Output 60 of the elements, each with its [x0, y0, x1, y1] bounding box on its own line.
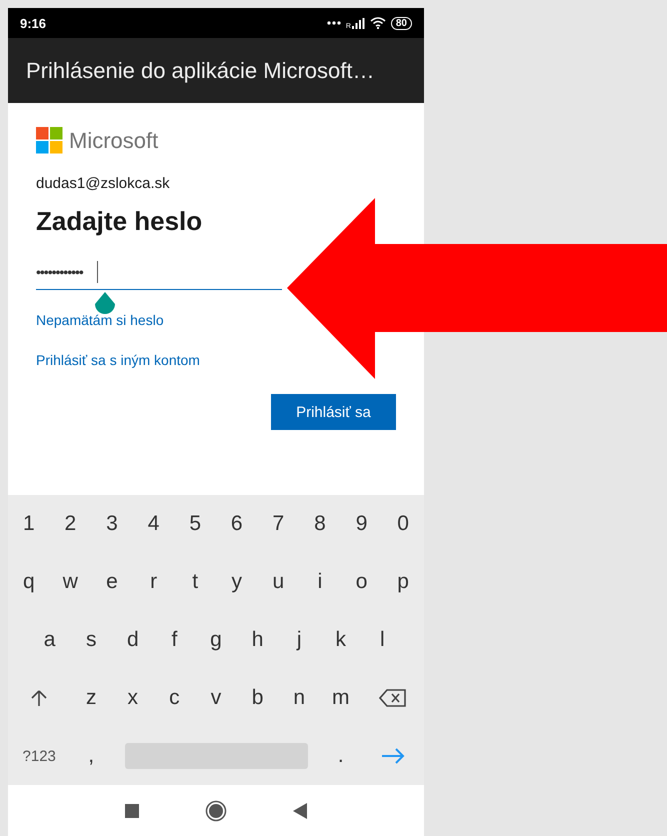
- keyboard-key[interactable]: ,: [70, 727, 112, 785]
- keyboard-key[interactable]: 4: [132, 495, 174, 553]
- status-time: 9:16: [20, 16, 46, 30]
- backspace-icon: [378, 689, 407, 707]
- keyboard-key[interactable]: 6: [216, 495, 258, 553]
- app-bar-title: Prihlásenie do aplikácie Microsoft…: [26, 58, 374, 84]
- keyboard-key[interactable]: y: [216, 553, 258, 611]
- keyboard-key[interactable]: h: [236, 611, 278, 669]
- signal-icon: [352, 18, 365, 28]
- keyboard-key[interactable]: 5: [174, 495, 216, 553]
- keyboard-key[interactable]: 8: [299, 495, 341, 553]
- keyboard-key[interactable]: 2: [50, 495, 92, 553]
- text-link[interactable]: Prihlásiť sa s iným kontom: [36, 352, 200, 368]
- keyboard-key[interactable]: f: [154, 611, 196, 669]
- text-link[interactable]: Nepamätám si heslo: [36, 312, 164, 328]
- keyboard-key[interactable]: 9: [340, 495, 382, 553]
- keyboard-key[interactable]: w: [50, 553, 92, 611]
- password-field[interactable]: ••••••••••••: [36, 255, 282, 290]
- battery-indicator: 80: [390, 16, 412, 30]
- keyboard-key[interactable]: u: [258, 553, 300, 611]
- symbols-key[interactable]: ?123: [8, 727, 70, 785]
- keyboard-key[interactable]: q: [8, 553, 50, 611]
- keyboard-key[interactable]: a: [28, 611, 70, 669]
- sign-in-button[interactable]: Prihlásiť sa: [271, 394, 396, 430]
- keyboard-key[interactable]: .: [320, 727, 362, 785]
- wifi-icon: [370, 17, 386, 29]
- keyboard-key[interactable]: 0: [382, 495, 424, 553]
- shift-icon: [30, 689, 48, 707]
- keyboard-key[interactable]: 3: [91, 495, 133, 553]
- keyboard-key[interactable]: l: [362, 611, 404, 669]
- keyboard-key[interactable]: i: [299, 553, 341, 611]
- keyboard-key[interactable]: g: [195, 611, 237, 669]
- keyboard-key[interactable]: d: [112, 611, 154, 669]
- keyboard-key[interactable]: k: [320, 611, 362, 669]
- keyboard-key[interactable]: v: [195, 669, 237, 727]
- home-icon[interactable]: [205, 800, 227, 822]
- logo-icon: [36, 127, 63, 154]
- back-icon[interactable]: [293, 802, 307, 818]
- keyboard-key[interactable]: o: [340, 553, 382, 611]
- keyboard-key[interactable]: 7: [258, 495, 300, 553]
- more-dots-icon: [326, 21, 341, 25]
- keyboard-key[interactable]: z: [70, 669, 112, 727]
- keyboard-key[interactable]: t: [174, 553, 216, 611]
- account-email: dudas1@zslokca.sk: [36, 175, 171, 192]
- text-cursor-handle-icon: [94, 292, 116, 314]
- keyboard-key[interactable]: j: [278, 611, 320, 669]
- brand-name: Microsoft: [69, 128, 158, 154]
- keyboard-key[interactable]: p: [382, 553, 424, 611]
- keyboard-key[interactable]: e: [91, 553, 133, 611]
- keyboard-key[interactable]: c: [154, 669, 196, 727]
- keyboard-key[interactable]: m: [320, 669, 362, 727]
- arrow-right-icon: [380, 748, 405, 764]
- page-heading: Zadajte heslo: [36, 206, 204, 237]
- keyboard-key[interactable]: r: [132, 553, 174, 611]
- keyboard-key[interactable]: 1: [8, 495, 50, 553]
- keyboard-key[interactable]: s: [70, 611, 112, 669]
- keyboard-key[interactable]: x: [112, 669, 154, 727]
- square-icon[interactable]: [125, 804, 139, 818]
- keyboard-key[interactable]: b: [236, 669, 278, 727]
- keyboard-key[interactable]: n: [278, 669, 320, 727]
